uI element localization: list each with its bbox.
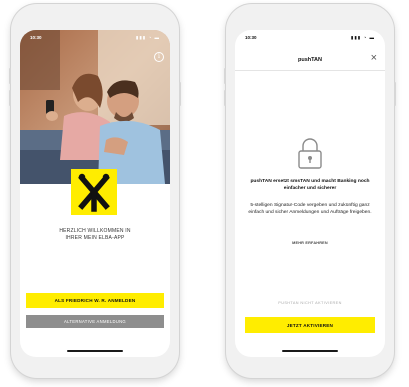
lock-icon (298, 138, 322, 169)
phone-right: 10:30 ▮▮▮ ◔ ▬ pushTAN × pushTAN ersetzt … (224, 4, 396, 378)
power-button (179, 82, 181, 106)
pushtan-headline: pushTAN ersetzt smsTAN und macht Banking… (250, 179, 370, 191)
activate-now-button[interactable]: JETZT AKTIVIEREN (245, 317, 375, 333)
alternative-login-button[interactable]: ALTERNATIVE ANMELDUNG (26, 315, 164, 328)
raiffeisen-logo (71, 169, 117, 215)
home-indicator (67, 350, 123, 352)
welcome-screen: 10:30 ▮▮▮ ◔ ▬ i HERZLICH WILLKOMMEN IN I… (20, 30, 170, 357)
welcome-line-2: IHRER MEIN ELBA-APP (65, 235, 125, 241)
welcome-line-1: HERZLICH WILLKOMMEN IN (59, 228, 131, 234)
status-bar: 10:30 ▮▮▮ ◔ ▬ (235, 30, 385, 44)
pushtan-description: 5-stelligen Signatur-Code vergeben und z… (248, 203, 372, 215)
home-indicator (282, 350, 338, 352)
info-icon[interactable]: i (154, 52, 164, 62)
status-icons: ▮▮▮ ◔ ▬ (135, 35, 160, 40)
more-info-link[interactable]: MEHR ERFAHREN (235, 241, 385, 245)
login-as-user-button[interactable]: ALS FRIEDRICH W. R. ANMELDEN (26, 293, 164, 308)
status-time: 10:30 (245, 35, 257, 40)
couple-photo (20, 30, 170, 184)
status-bar: 10:30 ▮▮▮ ◔ ▬ (20, 30, 170, 44)
volume-button (9, 68, 11, 84)
volume-button (9, 90, 11, 106)
do-not-activate-link[interactable]: PUSHTAN NICHT AKTIVIEREN (235, 301, 385, 305)
pushtan-screen: 10:30 ▮▮▮ ◔ ▬ pushTAN × pushTAN ersetzt … (235, 30, 385, 357)
raiffeisen-gable-icon (78, 173, 110, 212)
volume-button (224, 68, 226, 84)
power-button (394, 82, 396, 106)
status-icons: ▮▮▮ ◔ ▬ (350, 35, 375, 40)
status-time: 10:30 (30, 35, 42, 40)
volume-button (224, 90, 226, 106)
header-divider (235, 70, 385, 71)
welcome-text: HERZLICH WILLKOMMEN IN IHRER MEIN ELBA-A… (20, 228, 170, 242)
modal-title: pushTAN (297, 57, 323, 63)
hero-photo (20, 30, 170, 184)
close-icon[interactable]: × (371, 53, 377, 64)
phone-left: 10:30 ▮▮▮ ◔ ▬ i HERZLICH WILLKOMMEN IN I… (9, 4, 181, 378)
